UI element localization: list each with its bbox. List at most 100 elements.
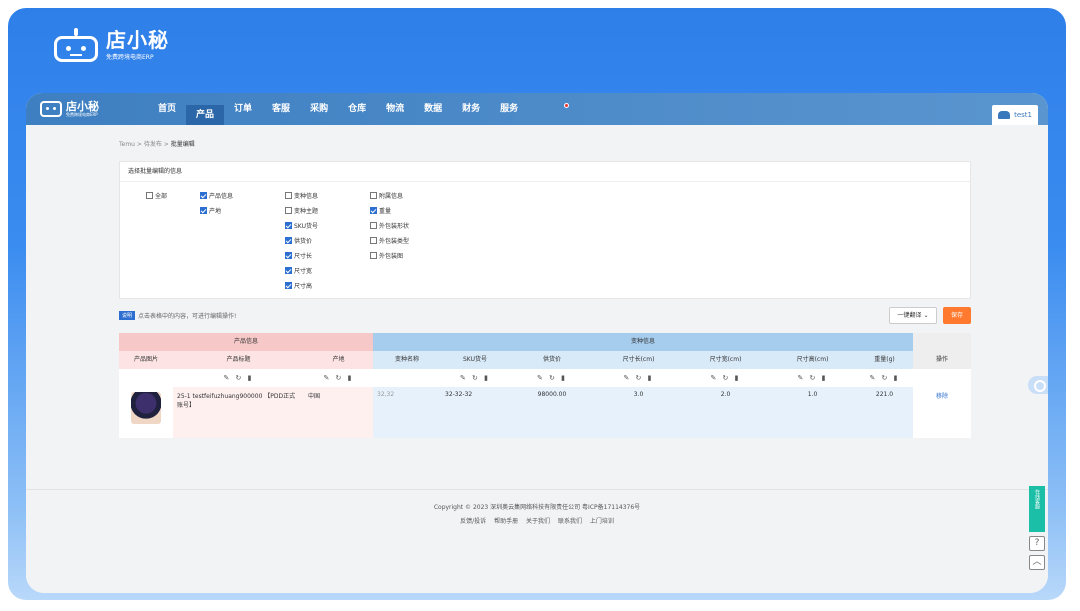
- col-header: 尺寸高(cm): [769, 351, 856, 369]
- nav-product[interactable]: 产品: [186, 105, 225, 125]
- nav-service[interactable]: 客服: [262, 93, 300, 125]
- nav-brand-name: 店小秘: [66, 99, 99, 113]
- footer-link-feedback[interactable]: 反馈/投诉: [460, 518, 486, 525]
- cell-width[interactable]: 2.0: [682, 387, 769, 438]
- checkbox-package-image[interactable]: 外包装图: [370, 251, 403, 260]
- user-menu[interactable]: test1: [992, 105, 1038, 125]
- user-name: test1: [1014, 111, 1032, 119]
- footer: Copyright © 2023 深圳奥云集网络科技有限责任公司 粤ICP备17…: [26, 489, 1048, 593]
- bulk-edit-icons[interactable]: ✎ ↻ ▮: [769, 371, 856, 385]
- hint-tag: 说明: [119, 311, 136, 320]
- checkbox-sku[interactable]: SKU货号: [285, 221, 318, 230]
- cell-variant[interactable]: 32,32: [373, 387, 441, 438]
- hint-text: 点击表格中的内容，可进行编辑操作!: [138, 313, 237, 320]
- online-service-label: 在线客服: [1034, 489, 1040, 509]
- nav-logistics[interactable]: 物流: [376, 93, 414, 125]
- col-header: 产品图片: [119, 351, 173, 369]
- col-header: 操作: [913, 351, 971, 369]
- bulk-edit-icons[interactable]: ✎ ↻ ▮: [304, 371, 373, 385]
- cell-title[interactable]: 25-1 testfeifuzhuang900000 【PDD正式账号】: [173, 387, 304, 438]
- group-header-product: 产品信息: [119, 333, 373, 351]
- app-background: 店小秘 免费跨境电商ERP 店小秘 免费跨境电商ERP 首页 产品 订单 客服 …: [8, 8, 1066, 600]
- bulk-edit-icons[interactable]: ✎ ↻ ▮: [173, 371, 304, 385]
- checkbox-extra-info[interactable]: 附属信息: [370, 191, 403, 200]
- col-header: 产品标题: [173, 351, 304, 369]
- col-header: SKU货号: [441, 351, 509, 369]
- breadcrumb-sep: >: [136, 141, 142, 148]
- robot-logo-icon: [54, 28, 98, 62]
- breadcrumb-sep: >: [163, 141, 169, 148]
- checkbox-origin[interactable]: 产地: [200, 206, 221, 215]
- remove-link[interactable]: 移除: [913, 387, 971, 438]
- footer-link-about[interactable]: 关于我们: [526, 518, 550, 525]
- col-header: 供货价: [509, 351, 595, 369]
- checkbox-product-info[interactable]: 产品信息: [200, 191, 233, 200]
- footer-link-training[interactable]: 上门培训: [590, 518, 614, 525]
- nav-brand-sub: 免费跨境电商ERP: [66, 111, 98, 117]
- footer-link-contact[interactable]: 联系我们: [558, 518, 582, 525]
- cell-sku[interactable]: 32-32-32: [441, 387, 509, 438]
- brand-subtitle: 免费跨境电商ERP: [106, 53, 154, 61]
- save-button[interactable]: 保存: [943, 307, 971, 324]
- product-image: [131, 392, 161, 424]
- nav-home[interactable]: 首页: [148, 93, 186, 125]
- footer-link-help[interactable]: 帮助手册: [494, 518, 518, 525]
- checkbox-package-type[interactable]: 外包装类型: [370, 236, 409, 245]
- breadcrumb-current: 批量编辑: [170, 141, 195, 148]
- group-header-ops: [913, 333, 971, 351]
- breadcrumb: Temu > 待发布 > 批量编辑: [119, 139, 195, 148]
- nav-warehouse[interactable]: 仓库: [338, 93, 376, 125]
- col-header: 产地: [304, 351, 373, 369]
- checkbox-price[interactable]: 供货价: [285, 236, 312, 245]
- nav-purchase[interactable]: 采购: [300, 93, 338, 125]
- brand-header: 店小秘 免费跨境电商ERP: [54, 28, 169, 62]
- bulk-edit-icons[interactable]: ✎ ↻ ▮: [856, 371, 913, 385]
- group-header-variant: 变种信息: [373, 333, 913, 351]
- nav-finance[interactable]: 财务: [452, 93, 490, 125]
- cell-price[interactable]: 98000.00: [509, 387, 595, 438]
- checkbox-height[interactable]: 尺寸高: [285, 281, 312, 290]
- field-select-panel: 选择批量编辑的信息 全部 产品信息 产地 变种信息 变种主题 SKU货号 供货价…: [119, 161, 971, 299]
- notification-dot: [564, 103, 569, 108]
- hint-bar: 说明 点击表格中的内容，可进行编辑操作!: [119, 311, 236, 320]
- col-header: 重量(g): [856, 351, 913, 369]
- nav-order[interactable]: 订单: [224, 93, 262, 125]
- nav-logo[interactable]: 店小秘 免费跨境电商ERP: [40, 101, 148, 118]
- breadcrumb-temu[interactable]: Temu: [119, 141, 135, 148]
- bulk-edit-icons[interactable]: ✎ ↻ ▮: [595, 371, 682, 385]
- checkbox-package-shape[interactable]: 外包装形状: [370, 221, 409, 230]
- panel-title: 选择批量编辑的信息: [120, 162, 970, 182]
- cell-origin[interactable]: 中国: [304, 387, 373, 438]
- bulk-edit-icons[interactable]: ✎ ↻ ▮: [509, 371, 595, 385]
- side-collapse-icon[interactable]: [1028, 376, 1048, 394]
- back-to-top-icon[interactable]: ︿: [1029, 555, 1045, 570]
- user-icon: [998, 111, 1011, 119]
- main-content: Temu > 待发布 > 批量编辑 选择批量编辑的信息 全部 产品信息 产地 变…: [26, 125, 1048, 593]
- nav-data[interactable]: 数据: [414, 93, 452, 125]
- top-nav: 店小秘 免费跨境电商ERP 首页 产品 订单 客服 采购 仓库 物流 数据 财务…: [26, 93, 1048, 125]
- checkbox-length[interactable]: 尺寸长: [285, 251, 312, 260]
- cell-height[interactable]: 1.0: [769, 387, 856, 438]
- breadcrumb-pending[interactable]: 待发布: [144, 141, 162, 148]
- robot-mini-icon: [40, 101, 62, 117]
- bulk-edit-icons[interactable]: ✎ ↻ ▮: [682, 371, 769, 385]
- app-window: 店小秘 免费跨境电商ERP 首页 产品 订单 客服 采购 仓库 物流 数据 财务…: [26, 93, 1048, 593]
- col-header: 尺寸长(cm): [595, 351, 682, 369]
- edit-table: 产品信息 变种信息 产品图片 产品标题 产地 变种名称 SKU货号 供货价 尺寸…: [119, 333, 971, 438]
- checkbox-weight[interactable]: 重量: [370, 206, 391, 215]
- copyright: Copyright © 2023 深圳奥云集网络科技有限责任公司 粤ICP备17…: [433, 504, 641, 511]
- checkbox-width[interactable]: 尺寸宽: [285, 266, 312, 275]
- nav-services[interactable]: 服务: [490, 93, 528, 125]
- cell-length[interactable]: 3.0: [595, 387, 682, 438]
- translate-button[interactable]: 一键翻译 ⌄: [889, 307, 937, 324]
- col-header: 变种名称: [373, 351, 441, 369]
- online-service-button[interactable]: 在线客服: [1029, 486, 1045, 532]
- checkbox-variant-info[interactable]: 变种信息: [285, 191, 318, 200]
- checkbox-all[interactable]: 全部: [146, 191, 167, 200]
- help-icon[interactable]: ?: [1029, 536, 1045, 551]
- col-header: 尺寸宽(cm): [682, 351, 769, 369]
- cell-weight[interactable]: 221.0: [856, 387, 913, 438]
- checkbox-variant-theme[interactable]: 变种主题: [285, 206, 318, 215]
- bulk-edit-icons[interactable]: ✎ ↻ ▮: [441, 371, 509, 385]
- brand-name: 店小秘: [106, 27, 169, 52]
